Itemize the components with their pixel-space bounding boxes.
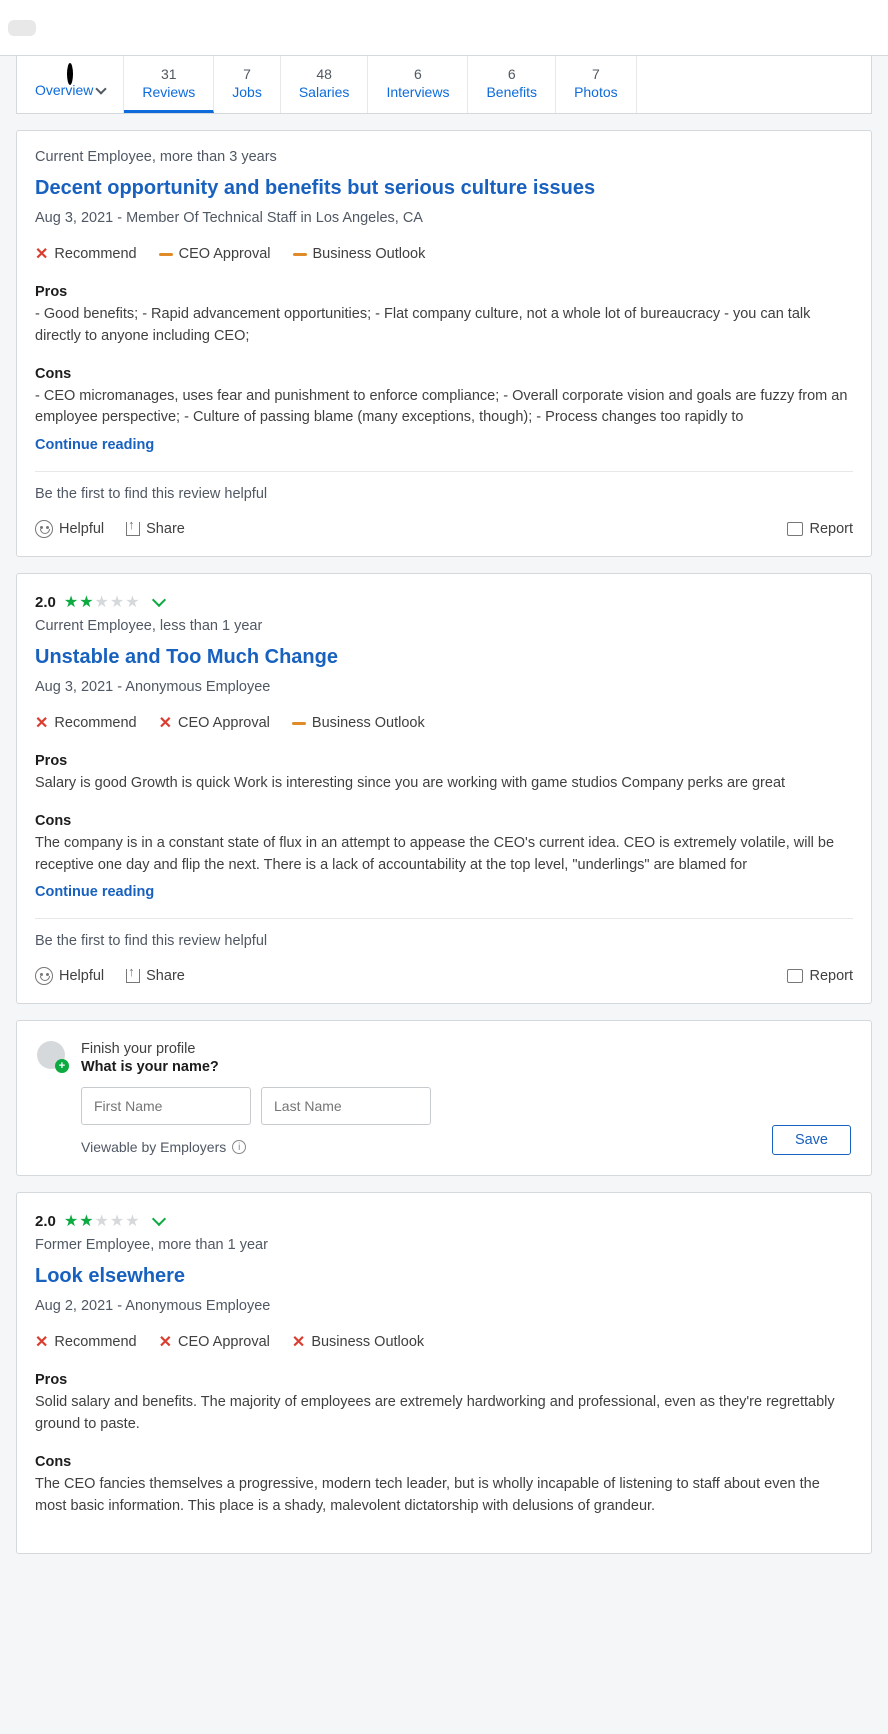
review-meta: Aug 2, 2021 - Anonymous Employee — [35, 1298, 853, 1314]
review-meta: Aug 3, 2021 - Member Of Technical Staff … — [35, 210, 853, 226]
report-button[interactable]: Report — [787, 521, 853, 537]
cons-text: - CEO micromanages, uses fear and punish… — [35, 386, 853, 430]
review-meta: Aug 3, 2021 - Anonymous Employee — [35, 679, 853, 695]
x-icon: ✕ — [159, 713, 172, 733]
tab-photos[interactable]: 7Photos — [556, 56, 637, 113]
chevron-down-icon[interactable] — [152, 593, 166, 607]
continue-reading-link[interactable]: Continue reading — [35, 437, 853, 453]
indicator-ceo-approval: CEO Approval — [159, 244, 271, 264]
finish-profile-card: Finish your profile What is your name? Vie… — [16, 1020, 872, 1176]
smile-icon — [35, 967, 53, 985]
review-card: 2.0★★★★★ Former Employee, more than 1 yea… — [16, 1192, 872, 1554]
last-name-input[interactable] — [261, 1087, 431, 1125]
x-icon: ✕ — [35, 1332, 48, 1352]
info-icon[interactable]: i — [232, 1140, 246, 1154]
rating-row: 2.0★★★★★ — [35, 1211, 853, 1231]
indicator-recommend: ✕Recommend — [35, 244, 137, 264]
indicator-recommend: ✕Recommend — [35, 713, 137, 733]
share-button[interactable]: Share — [126, 968, 185, 984]
employee-status: Current Employee, more than 3 years — [35, 149, 853, 165]
flag-icon — [787, 969, 803, 983]
save-button[interactable]: Save — [772, 1125, 851, 1155]
indicator-ceo-approval: ✕CEO Approval — [159, 713, 270, 733]
chevron-down-icon[interactable] — [152, 1212, 166, 1226]
dash-icon — [159, 253, 173, 256]
first-name-input[interactable] — [81, 1087, 251, 1125]
indicators: ✕Recommend CEO Approval Business Outlook — [35, 244, 853, 264]
x-icon: ✕ — [35, 244, 48, 264]
share-icon — [126, 522, 140, 536]
tab-interviews[interactable]: 6Interviews — [368, 56, 468, 113]
dash-icon — [292, 722, 306, 725]
cons-text: The company is in a constant state of fl… — [35, 833, 853, 877]
tab-reviews[interactable]: 31Reviews — [124, 56, 214, 113]
employee-status: Current Employee, less than 1 year — [35, 618, 853, 634]
review-title[interactable]: Unstable and Too Much Change — [35, 646, 853, 669]
x-icon: ✕ — [35, 713, 48, 733]
indicator-ceo-approval: ✕CEO Approval — [159, 1332, 270, 1352]
pros-text: - Good benefits; - Rapid advancement opp… — [35, 304, 853, 348]
review-title[interactable]: Look elsewhere — [35, 1265, 853, 1288]
pros-text: Solid salary and benefits. The majority … — [35, 1392, 853, 1436]
x-icon: ✕ — [159, 1332, 172, 1352]
indicator-business-outlook: Business Outlook — [292, 713, 425, 733]
review-title[interactable]: Decent opportunity and benefits but seri… — [35, 177, 853, 200]
tab-salaries[interactable]: 48Salaries — [281, 56, 369, 113]
rating-row: 2.0★★★★★ — [35, 592, 853, 612]
review-card: 2.0★★★★★ Current Employee, less than 1 ye… — [16, 573, 872, 1004]
employee-status: Former Employee, more than 1 year — [35, 1237, 853, 1253]
indicator-business-outlook: Business Outlook — [293, 244, 426, 264]
browser-bar — [0, 0, 888, 56]
report-button[interactable]: Report — [787, 968, 853, 984]
continue-reading-link[interactable]: Continue reading — [35, 884, 853, 900]
share-icon — [126, 969, 140, 983]
pros-text: Salary is good Growth is quick Work is i… — [35, 773, 853, 795]
helpful-button[interactable]: Helpful — [35, 520, 104, 538]
review-card: Current Employee, more than 3 years Decen… — [16, 130, 872, 557]
chevron-down-icon — [96, 83, 107, 94]
viewable-note: Viewable by Employers i — [81, 1139, 756, 1155]
helpful-note: Be the first to find this review helpful — [35, 486, 853, 502]
browser-tab[interactable] — [8, 20, 36, 36]
flag-icon — [787, 522, 803, 536]
share-button[interactable]: Share — [126, 521, 185, 537]
indicator-recommend: ✕Recommend — [35, 1332, 137, 1352]
tab-jobs[interactable]: 7Jobs — [214, 56, 281, 113]
tab-overview[interactable]: Overview — [17, 56, 124, 113]
smile-icon — [35, 520, 53, 538]
helpful-button[interactable]: Helpful — [35, 967, 104, 985]
profile-prompt: Finish your profile — [81, 1041, 756, 1057]
star-rating: ★★★★★ — [64, 1211, 140, 1231]
avatar-placeholder-icon — [37, 1041, 65, 1069]
indicators: ✕Recommend ✕CEO Approval Business Outlook — [35, 713, 853, 733]
profile-question: What is your name? — [81, 1059, 756, 1075]
x-icon: ✕ — [292, 1332, 305, 1352]
helpful-note: Be the first to find this review helpful — [35, 933, 853, 949]
dash-icon — [293, 253, 307, 256]
star-rating: ★★★★★ — [64, 592, 140, 612]
indicators: ✕Recommend ✕CEO Approval ✕Business Outlook — [35, 1332, 853, 1352]
cons-text: The CEO fancies themselves a progressive… — [35, 1474, 853, 1518]
tab-benefits[interactable]: 6Benefits — [468, 56, 556, 113]
company-tabs: Overview31Reviews7Jobs48Salaries6Intervi… — [16, 56, 872, 114]
indicator-business-outlook: ✕Business Outlook — [292, 1332, 424, 1352]
